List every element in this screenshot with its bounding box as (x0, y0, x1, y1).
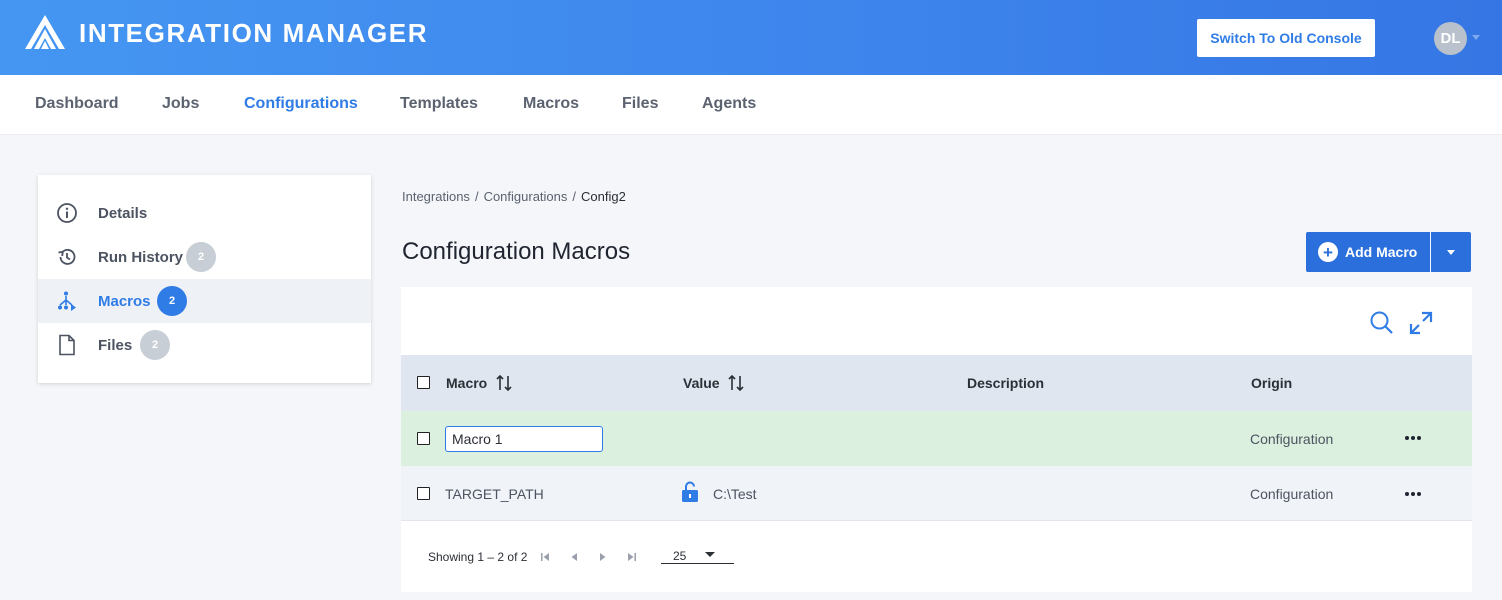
sidebar-item-label: Files (98, 337, 133, 354)
pagination: Showing 1 – 2 of 2 25 (401, 522, 1472, 592)
breadcrumb-current: Config2 (581, 189, 626, 204)
add-macro-button[interactable]: + Add Macro (1306, 232, 1430, 272)
page-title: Configuration Macros (402, 238, 631, 265)
count-badge: 2 (186, 242, 216, 272)
switch-to-old-console-button[interactable]: Switch To Old Console (1197, 19, 1375, 57)
breadcrumb-integrations[interactable]: Integrations (402, 189, 470, 204)
sidebar-item-details[interactable]: Details (38, 191, 371, 235)
macros-icon (58, 291, 76, 311)
nav-templates[interactable]: Templates (400, 95, 478, 113)
nav-jobs[interactable]: Jobs (162, 95, 199, 113)
select-all-checkbox[interactable] (417, 376, 430, 389)
macro-name-input[interactable] (445, 426, 603, 452)
previous-page-icon[interactable] (568, 551, 580, 563)
sidebar-item-run-history[interactable]: Run History 2 (38, 235, 371, 279)
column-header-description: Description (967, 375, 1045, 391)
user-avatar[interactable]: DL (1434, 22, 1467, 55)
row-checkbox[interactable] (417, 487, 430, 500)
add-macro-label: Add Macro (1345, 244, 1418, 260)
page-size-select[interactable]: 25 (661, 539, 734, 564)
config-sidebar: Details Run History 2 Macros 2 Files 2 (38, 175, 371, 383)
sidebar-item-label: Details (98, 205, 148, 222)
plus-icon: + (1318, 242, 1338, 262)
column-header-origin: Origin (1251, 375, 1293, 391)
page-size-value: 25 (673, 549, 687, 563)
next-page-icon[interactable] (597, 551, 609, 563)
macro-name-cell: TARGET_PATH (445, 486, 544, 502)
nav-macros[interactable]: Macros (523, 95, 579, 113)
table-header: Macro Value Description Origin (401, 355, 1472, 411)
value-cell: C:\Test (713, 486, 757, 502)
nav-dashboard[interactable]: Dashboard (35, 95, 119, 113)
main-nav: Dashboard Jobs Configurations Templates … (0, 75, 1502, 135)
macros-table: Macro Value Description Origin Configura… (401, 287, 1472, 592)
nav-agents[interactable]: Agents (702, 95, 756, 113)
column-header-value[interactable]: Value (683, 375, 720, 391)
sidebar-item-label: Macros (98, 293, 151, 310)
table-row: TARGET_PATH C:\Test Configuration (401, 466, 1472, 521)
sort-icon[interactable] (728, 374, 744, 392)
origin-cell: Configuration (1250, 486, 1334, 502)
nav-configurations[interactable]: Configurations (244, 95, 358, 113)
table-row: Configuration (401, 411, 1472, 466)
origin-cell: Configuration (1250, 431, 1334, 447)
first-page-icon[interactable] (539, 551, 551, 563)
pagination-summary: Showing 1 – 2 of 2 (428, 550, 528, 564)
last-page-icon[interactable] (626, 551, 638, 563)
history-icon (58, 249, 76, 265)
app-header: INTEGRATION MANAGER Switch To Old Consol… (0, 0, 1502, 75)
row-checkbox[interactable] (417, 432, 430, 445)
sidebar-item-files[interactable]: Files 2 (38, 323, 371, 367)
integration-manager-logo-icon (25, 15, 65, 49)
chevron-down-icon[interactable] (1472, 35, 1480, 40)
breadcrumb-configurations[interactable]: Configurations (484, 189, 568, 204)
caret-down-icon (705, 552, 715, 557)
expand-icon[interactable] (1408, 310, 1434, 336)
search-icon[interactable] (1369, 310, 1395, 336)
count-badge: 2 (157, 286, 187, 316)
info-icon (57, 203, 77, 223)
nav-files[interactable]: Files (622, 95, 658, 113)
sidebar-item-label: Run History (98, 249, 184, 266)
breadcrumb: Integrations / Configurations / Config2 (402, 189, 626, 204)
sidebar-item-macros[interactable]: Macros 2 (38, 279, 371, 323)
app-title: INTEGRATION MANAGER (79, 18, 429, 48)
unlock-icon[interactable] (681, 481, 699, 503)
column-header-macro[interactable]: Macro (446, 375, 487, 391)
file-icon (59, 334, 75, 356)
count-badge: 2 (140, 330, 170, 360)
sort-icon[interactable] (496, 374, 512, 392)
more-options-icon[interactable] (1403, 484, 1423, 504)
more-options-icon[interactable] (1403, 428, 1423, 448)
add-macro-dropdown-button[interactable] (1431, 232, 1471, 272)
